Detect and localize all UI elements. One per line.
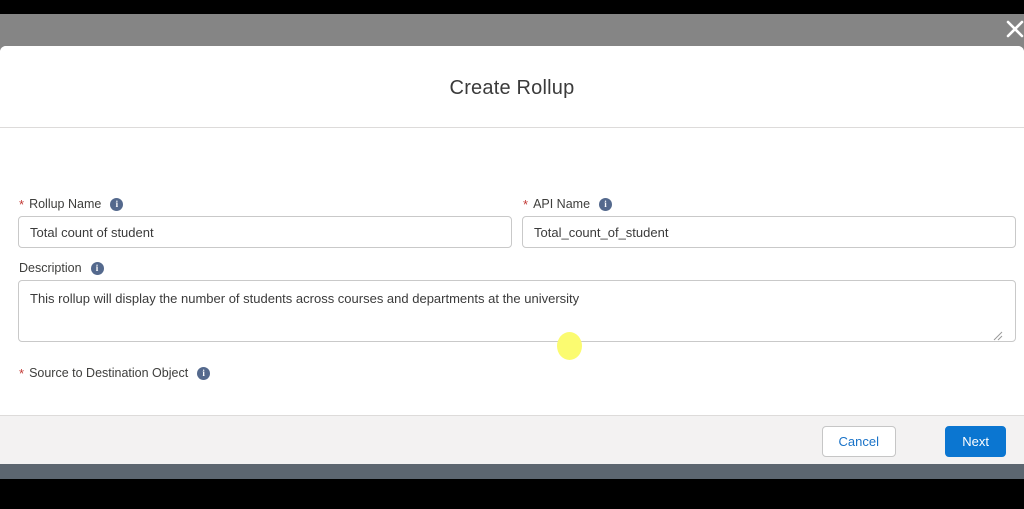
info-icon[interactable]: i: [110, 197, 124, 211]
rollup-name-input[interactable]: [18, 216, 512, 248]
required-marker: *: [19, 365, 25, 381]
source-to-destination-label-text: Source to Destination Object: [29, 366, 189, 380]
rollup-name-label-text: Rollup Name: [29, 197, 102, 211]
description-label: Description i: [19, 261, 104, 275]
modal-footer: Cancel Next: [0, 415, 1024, 464]
info-icon[interactable]: i: [90, 261, 104, 275]
modal-header: Create Rollup: [0, 46, 1024, 128]
description-textarea[interactable]: [18, 280, 1016, 342]
required-marker: *: [19, 196, 25, 212]
page-title: Create Rollup: [449, 77, 575, 99]
description-label-text: Description: [19, 261, 82, 275]
info-icon[interactable]: i: [197, 366, 211, 380]
api-name-label-text: API Name: [533, 197, 591, 211]
cancel-button[interactable]: Cancel: [821, 426, 896, 457]
modal-body: * Rollup Name i * API Name i Description…: [0, 128, 1024, 415]
rollup-name-label: * Rollup Name i: [19, 196, 124, 212]
api-name-label: * API Name i: [523, 196, 613, 212]
required-marker: *: [523, 196, 529, 212]
info-icon[interactable]: i: [599, 197, 613, 211]
window-bottom-slate-bar: [0, 464, 1024, 479]
screen: Create Rollup * Rollup Name i * API Name…: [0, 0, 1024, 509]
source-to-destination-label: * Source to Destination Object i: [19, 365, 211, 381]
window-top-black-strip: [0, 0, 1024, 14]
api-name-input[interactable]: [522, 216, 1016, 248]
screen-bottom-black-strip: [0, 479, 1024, 509]
close-icon[interactable]: [1002, 16, 1024, 42]
next-button[interactable]: Next: [945, 426, 1006, 457]
create-rollup-modal: Create Rollup * Rollup Name i * API Name…: [0, 46, 1024, 464]
